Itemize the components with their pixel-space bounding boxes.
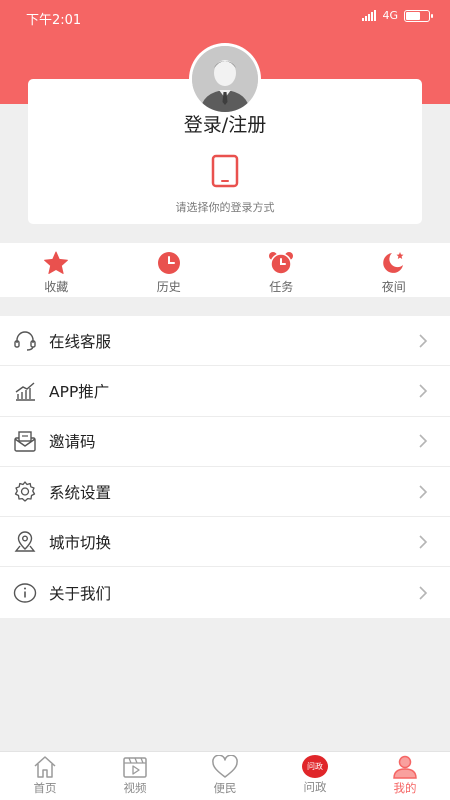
chevron-right-icon (419, 586, 428, 600)
tab-home[interactable]: 首页 (0, 752, 90, 800)
gear-icon (14, 480, 36, 502)
heart-icon (212, 755, 238, 778)
menu-label: APP推广 (49, 382, 110, 401)
tab-label: 首页 (33, 781, 57, 795)
envelope-icon (14, 431, 36, 452)
headset-icon (14, 331, 36, 351)
tab-label: 视频 (123, 781, 147, 795)
star-icon (44, 251, 69, 274)
tab-video[interactable]: 视频 (90, 752, 180, 800)
menu-label: 城市切换 (49, 533, 112, 552)
quick-label: 任务 (269, 280, 294, 294)
menu-item-system-settings[interactable]: 系统设置 (0, 467, 450, 518)
menu-item-city-switch[interactable]: 城市切换 (0, 517, 450, 568)
chart-icon (15, 382, 35, 401)
settings-menu: 在线客服 APP推广 邀请码 系统设置 城市切换 关于我们 (0, 316, 450, 618)
tab-convenience[interactable]: 便民 (180, 752, 270, 800)
phone-login-icon[interactable] (211, 154, 239, 188)
quick-favorites[interactable]: 收藏 (0, 243, 113, 297)
quick-history[interactable]: 历史 (113, 243, 226, 297)
wenzheng-badge-icon: 问政 (302, 755, 328, 778)
alarm-clock-icon (269, 252, 294, 275)
chevron-right-icon (419, 484, 428, 499)
quick-label: 收藏 (44, 280, 69, 294)
quick-label: 历史 (156, 280, 181, 294)
chevron-right-icon (419, 535, 428, 549)
tab-label: 问政 (303, 780, 327, 794)
menu-item-invite-code[interactable]: 邀请码 (0, 417, 450, 467)
battery-icon (404, 9, 433, 22)
quick-label: 夜间 (381, 280, 406, 294)
clock-icon (157, 252, 180, 274)
tab-mine[interactable]: 我的 (360, 752, 450, 800)
signal-icon (362, 10, 377, 21)
video-icon (123, 757, 147, 778)
menu-label: 在线客服 (49, 332, 112, 351)
menu-item-about-us[interactable]: 关于我们 (0, 567, 450, 617)
chevron-right-icon (419, 384, 428, 398)
moon-icon (382, 252, 404, 273)
network-type: 4G (382, 9, 398, 22)
tab-label: 便民 (213, 781, 237, 795)
menu-label: 邀请码 (49, 433, 96, 452)
status-bar: 下午2:01 4G (0, 0, 450, 34)
quick-tasks[interactable]: 任务 (225, 243, 338, 297)
quick-night-mode[interactable]: 夜间 (338, 243, 450, 297)
menu-label: 关于我们 (49, 584, 112, 603)
chevron-right-icon (419, 434, 428, 448)
menu-item-online-service[interactable]: 在线客服 (0, 316, 450, 367)
location-icon (14, 531, 36, 552)
login-hint: 请选择你的登录方式 (175, 201, 275, 214)
tab-wenzheng[interactable]: 问政 问政 (270, 752, 360, 800)
menu-label: 系统设置 (49, 483, 112, 502)
chevron-right-icon (419, 334, 428, 348)
quick-actions-bar: 收藏 历史 任务 夜间 (0, 243, 450, 297)
info-icon (13, 582, 37, 603)
home-icon (34, 756, 56, 778)
login-register-link[interactable]: 登录/注册 (0, 110, 450, 137)
menu-item-app-promotion[interactable]: APP推广 (0, 366, 450, 417)
user-icon (393, 755, 417, 779)
status-indicators: 4G (362, 9, 433, 22)
avatar[interactable] (189, 43, 261, 115)
bottom-tab-bar: 首页 视频 便民 问政 问政 我的 (0, 751, 450, 800)
default-avatar-icon (192, 46, 258, 112)
tab-label: 我的 (393, 781, 417, 795)
status-time: 下午2:01 (26, 13, 82, 28)
